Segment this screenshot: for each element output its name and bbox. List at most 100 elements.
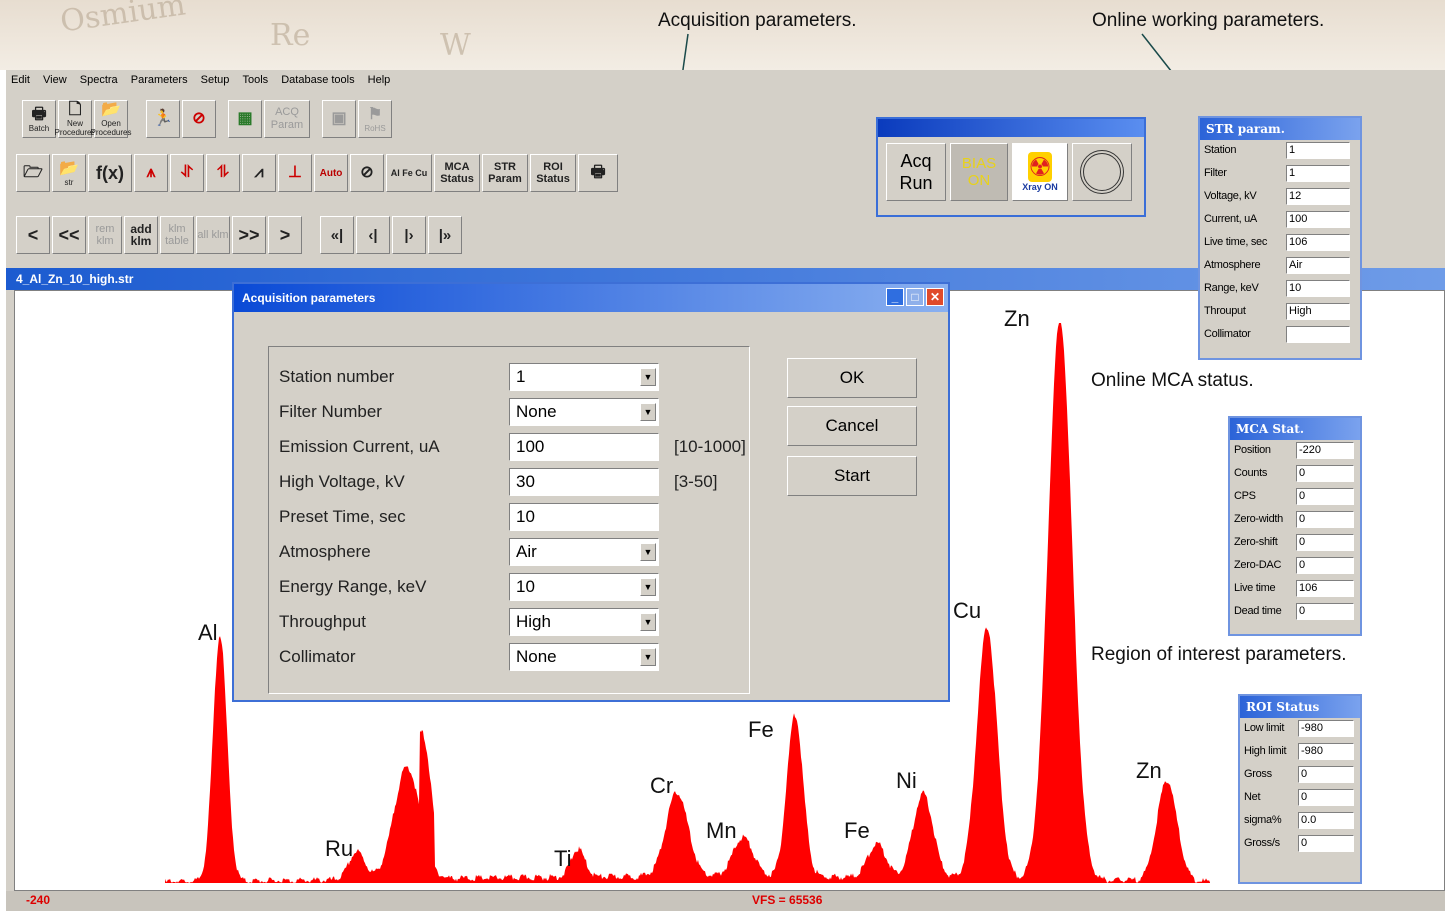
chevron-down-icon[interactable]: ▼ (640, 543, 656, 561)
maximize-icon[interactable]: □ (906, 288, 924, 306)
minimize-icon[interactable]: _ (886, 288, 904, 306)
field-select[interactable]: High ▼ (509, 608, 659, 636)
menu-setup[interactable]: Setup (201, 74, 230, 86)
field-value: 10 (516, 577, 535, 596)
print-button[interactable]: 🖶 (578, 154, 618, 192)
str-param-button[interactable]: STR Param (482, 154, 528, 192)
bias-indicator[interactable]: BIAS ON (950, 143, 1008, 201)
elements-button[interactable]: Al Fe Cu (386, 154, 432, 192)
str-open-button[interactable]: 📂 str (52, 154, 86, 192)
panel-row-value: -980 (1298, 720, 1354, 737)
panel-row: Throuput High (1200, 301, 1360, 324)
peak-tool-1-button[interactable]: ⩚ (134, 154, 168, 192)
chevron-down-icon[interactable]: ▼ (640, 613, 656, 631)
printer-icon: 🖶 (590, 164, 606, 181)
peak-tool-3-button[interactable]: ⥮ (206, 154, 240, 192)
prev-button[interactable]: < (16, 216, 50, 254)
menu-parameters[interactable]: Parameters (131, 74, 188, 86)
panel-row-value: 0 (1296, 511, 1354, 528)
batch-button[interactable]: 🖶 Batch (22, 100, 56, 138)
all-klm-button[interactable]: all klm (196, 216, 230, 254)
acq-param-button[interactable]: ACQ Param (264, 100, 310, 138)
stop-button[interactable]: ⊘ (182, 100, 216, 138)
open-procedures-button[interactable]: 📂 Open Procedures (91, 100, 131, 138)
reset-button[interactable]: ⊘ (350, 154, 384, 192)
rem-klm-button[interactable]: rem klm (88, 216, 122, 254)
field-input[interactable]: 100 (509, 433, 659, 461)
auto-button[interactable]: Auto (314, 154, 348, 192)
next-button[interactable]: > (268, 216, 302, 254)
menu-help[interactable]: Help (368, 74, 391, 86)
function-button[interactable]: f(x) (88, 154, 132, 192)
field-label: Filter Number (279, 402, 382, 421)
panel-row: Station 1 (1200, 140, 1360, 163)
peak-label: Ru (325, 836, 354, 861)
shutter-icon (1080, 150, 1124, 194)
spectrum-open-button[interactable]: 🗁 (16, 154, 50, 192)
field-select[interactable]: None ▼ (509, 643, 659, 671)
roi-status-button[interactable]: ROI Status (530, 154, 576, 192)
peak-tool-4-button[interactable]: ⩘ (242, 154, 276, 192)
panel-row: Net 0 (1240, 787, 1360, 810)
reset-icon: ⊘ (360, 164, 374, 181)
cancel-button[interactable]: Cancel (787, 406, 917, 446)
chevron-down-icon[interactable]: ▼ (640, 403, 656, 421)
peak-tool-2-button[interactable]: ⥯ (170, 154, 204, 192)
panel-row-label: Zero-shift (1234, 536, 1278, 548)
klm-table-button[interactable]: klm table (160, 216, 194, 254)
chevron-down-icon[interactable]: ▼ (640, 648, 656, 666)
panel-row-value (1286, 326, 1350, 343)
menu-view[interactable]: View (43, 74, 67, 86)
panel-row: CPS 0 (1230, 486, 1360, 509)
chevron-down-icon[interactable]: ▼ (640, 578, 656, 596)
first-button[interactable]: «| (320, 216, 354, 254)
callout-online-working: Online working parameters. (1092, 10, 1325, 31)
panel-row: Low limit -980 (1240, 718, 1360, 741)
field-select[interactable]: 10 ▼ (509, 573, 659, 601)
callout-online-mca: Online MCA status. (1091, 370, 1254, 391)
step-back-button[interactable]: ‹| (356, 216, 390, 254)
parameters-group: Station number 1 ▼ Filter Number None ▼ Emissi… (268, 346, 750, 694)
close-icon[interactable]: ✕ (926, 288, 944, 306)
field-value: 1 (516, 367, 526, 386)
field-input[interactable]: 10 (509, 503, 659, 531)
field-select[interactable]: 1 ▼ (509, 363, 659, 391)
new-procedures-button[interactable]: 🗋 New Procedures (55, 100, 95, 138)
xray-button[interactable]: ☢ Xray ON (1012, 143, 1068, 201)
panel-row-label: Throuput (1204, 305, 1246, 317)
peak-tool-5-button[interactable]: ⊥ (278, 154, 312, 192)
acq-run-button[interactable]: Acq Run (886, 143, 946, 201)
panel-row: Live time, sec 106 (1200, 232, 1360, 255)
board-button[interactable]: ▦ (228, 100, 262, 138)
camera-button[interactable]: ▣ (322, 100, 356, 138)
field-select[interactable]: Air ▼ (509, 538, 659, 566)
panel-row: Range, keV 10 (1200, 278, 1360, 301)
panel-row-value: 10 (1286, 280, 1350, 297)
roi-status-panel: ROI Status Low limit -980 High limit -980 Gr… (1238, 694, 1362, 884)
add-klm-button[interactable]: add klm (124, 216, 158, 254)
start-button[interactable]: Start (787, 456, 917, 496)
panel-row-label: Collimator (1204, 328, 1251, 340)
panel-row-label: Dead time (1234, 605, 1282, 617)
panel-row-label: Position (1234, 444, 1271, 456)
step-forward-button[interactable]: |› (392, 216, 426, 254)
last-button[interactable]: |» (428, 216, 462, 254)
ok-button[interactable]: OK (787, 358, 917, 398)
field-select[interactable]: None ▼ (509, 398, 659, 426)
menu-database-tools[interactable]: Database tools (281, 74, 354, 86)
menu-spectra[interactable]: Spectra (80, 74, 118, 86)
prev-fast-button[interactable]: << (52, 216, 86, 254)
run-button[interactable]: 🏃 (146, 100, 180, 138)
menu-edit[interactable]: Edit (11, 74, 30, 86)
chevron-down-icon[interactable]: ▼ (640, 368, 656, 386)
mca-status-button[interactable]: MCA Status (434, 154, 480, 192)
next-fast-button[interactable]: >> (232, 216, 266, 254)
field-input[interactable]: 30 (509, 468, 659, 496)
panel-row-value: 1 (1286, 142, 1350, 159)
panel-row: Position -220 (1230, 440, 1360, 463)
shutter-indicator[interactable] (1072, 143, 1132, 201)
menu-tools[interactable]: Tools (242, 74, 268, 86)
str-icon: 📂 (59, 159, 79, 177)
status-vfs: VFS = 65536 (752, 893, 823, 907)
rohs-button[interactable]: ⚑ RoHS (358, 100, 392, 138)
